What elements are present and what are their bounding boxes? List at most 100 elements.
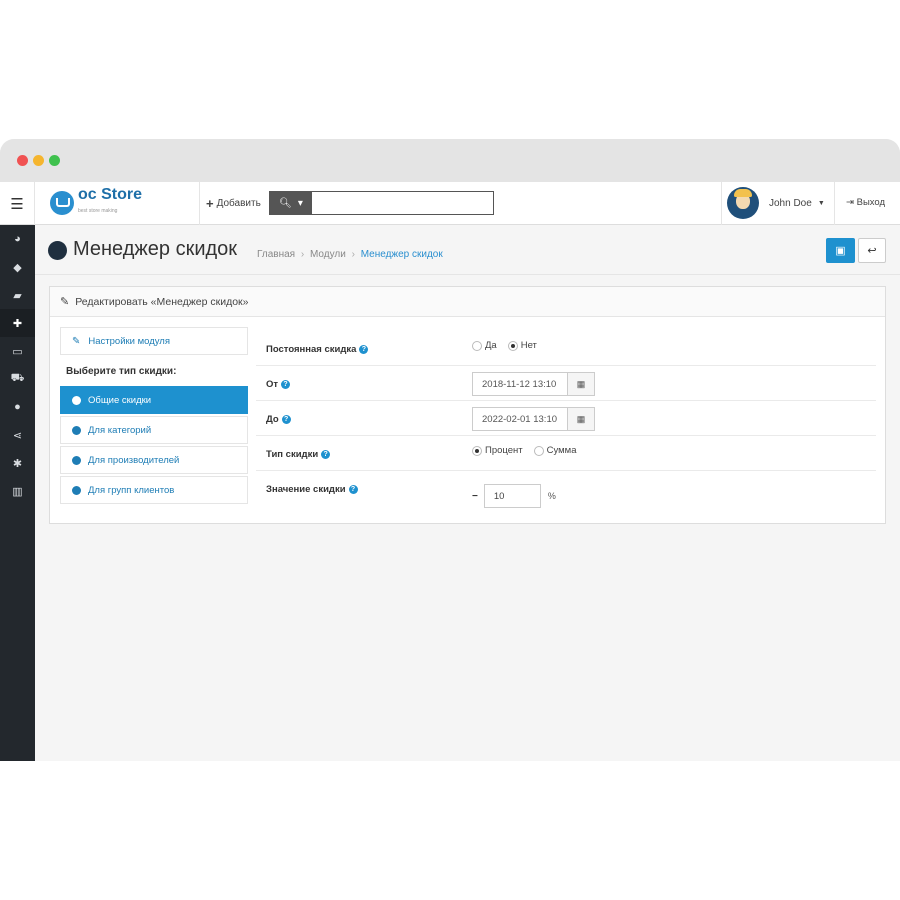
sidebar-item-catalog[interactable]: ◆ xyxy=(0,253,35,281)
user-icon: ● xyxy=(14,401,21,413)
sidebar-item-customers[interactable]: ● xyxy=(0,393,35,421)
top-header: ☰ oc Store best store making + Добавить 🔍… xyxy=(0,182,900,225)
discount-value-label: Значение скидки? xyxy=(266,484,358,495)
back-button[interactable]: ↩ xyxy=(858,238,886,263)
calendar-icon[interactable]: ▦ xyxy=(568,373,594,395)
minus-sign: − xyxy=(472,490,478,502)
breadcrumb-current[interactable]: Менеджер скидок xyxy=(361,249,443,260)
logo[interactable]: oc Store best store making xyxy=(50,187,142,216)
sign-out-icon: ⇥ xyxy=(846,197,854,208)
search-dropdown-button[interactable]: 🔍︎ ▾ xyxy=(270,192,312,214)
tab-module-settings[interactable]: ✎ Настройки модуля xyxy=(60,327,248,355)
choose-discount-type-label: Выберите тип скидки: xyxy=(66,366,177,377)
user-menu[interactable]: John Doe ▼ xyxy=(727,187,825,219)
breadcrumb-modules[interactable]: Модули xyxy=(310,249,346,260)
radio-checked-icon xyxy=(472,445,482,456)
plus-icon: + xyxy=(206,196,214,211)
form-row-from: От? ▦ xyxy=(256,366,876,401)
to-date-input[interactable] xyxy=(473,408,568,430)
radio-yes[interactable]: Да xyxy=(472,340,497,351)
circle-icon xyxy=(72,485,81,495)
discount-form: Постоянная скидка? Да Нет От? ▦ xyxy=(256,331,876,516)
field-label: Значение скидки xyxy=(266,484,346,495)
sidebar: ◕ ◆ ▰ ✚ ▭ ⛟ ● ⋖ ✱ ▥ xyxy=(0,225,35,761)
from-date-input[interactable] xyxy=(473,373,568,395)
dashboard-icon: ◕ xyxy=(14,233,21,245)
permanent-discount-label: Постоянная скидка? xyxy=(266,344,369,355)
tab-label: Для групп клиентов xyxy=(88,484,175,496)
field-label: От xyxy=(266,379,279,390)
sidebar-item-reports[interactable]: ▥ xyxy=(0,477,35,505)
field-label: Тип скидки xyxy=(266,449,319,460)
date-box: ▦ xyxy=(472,407,595,431)
radio-label: Да xyxy=(485,340,497,351)
add-button[interactable]: + Добавить xyxy=(206,196,261,211)
page-header: Менеджер скидок Главная › Модули › Менед… xyxy=(35,225,900,275)
tab-label: Для категорий xyxy=(88,424,152,436)
user-name: John Doe xyxy=(769,197,812,209)
logout-link[interactable]: ⇥ Выход xyxy=(846,197,885,208)
pencil-icon: ✎ xyxy=(60,296,70,308)
menu-toggle-icon[interactable]: ☰ xyxy=(0,182,35,225)
save-button[interactable]: ▣ xyxy=(826,238,855,263)
from-label: От? xyxy=(266,379,291,390)
add-button-label: Добавить xyxy=(216,198,261,209)
discount-type-label: Тип скидки? xyxy=(266,449,331,460)
panel-title: Редактировать «Менеджер скидок» xyxy=(75,295,249,308)
share-icon: ⋖ xyxy=(12,429,23,442)
help-icon[interactable]: ? xyxy=(359,344,369,354)
header-divider xyxy=(721,182,722,225)
panel-heading: ✎ Редактировать «Менеджер скидок» xyxy=(50,287,885,317)
floppy-disk-icon: ▣ xyxy=(835,245,846,257)
monitor-icon: ▭ xyxy=(12,345,23,358)
help-icon[interactable]: ? xyxy=(348,484,358,494)
close-window-button[interactable] xyxy=(17,155,28,166)
form-row-value: Значение скидки? − % xyxy=(256,471,876,516)
book-icon: ▰ xyxy=(13,289,22,302)
edit-panel: ✎ Редактировать «Менеджер скидок» ✎ Наст… xyxy=(49,286,886,524)
form-row-to: До? ▦ xyxy=(256,401,876,436)
circle-icon xyxy=(72,455,81,465)
sidebar-item-system[interactable]: ✱ xyxy=(0,449,35,477)
radio-percent[interactable]: Процент xyxy=(472,445,523,456)
to-label: До? xyxy=(266,414,291,425)
help-icon[interactable]: ? xyxy=(281,379,291,389)
breadcrumb-home[interactable]: Главная xyxy=(257,249,295,260)
field-label: До xyxy=(266,414,279,425)
sidebar-item-sales[interactable]: ⛟ xyxy=(0,365,35,393)
radio-no[interactable]: Нет xyxy=(507,340,537,351)
field-label: Постоянная скидка xyxy=(266,344,357,355)
tab-customer-groups[interactable]: Для групп клиентов xyxy=(60,476,248,504)
to-date-group: ▦ xyxy=(472,407,595,431)
sidebar-item-dashboard[interactable]: ◕ xyxy=(0,225,35,253)
header-divider xyxy=(199,182,200,225)
help-icon[interactable]: ? xyxy=(281,414,291,424)
reply-icon: ↩ xyxy=(867,245,877,257)
minimize-window-button[interactable] xyxy=(33,155,44,166)
radio-sum[interactable]: Сумма xyxy=(533,445,576,456)
tab-label: Общие скидки xyxy=(88,394,152,406)
sidebar-item-design[interactable]: ▭ xyxy=(0,337,35,365)
sidebar-item-extensions[interactable]: ✚ xyxy=(0,309,35,337)
sidebar-item-pages[interactable]: ▰ xyxy=(0,281,35,309)
calendar-icon[interactable]: ▦ xyxy=(568,408,594,430)
help-icon[interactable]: ? xyxy=(321,449,331,459)
breadcrumb-separator: › xyxy=(300,249,305,260)
maximize-window-button[interactable] xyxy=(49,155,60,166)
tab-label: Для производителей xyxy=(88,454,180,466)
tab-label: Настройки модуля xyxy=(88,335,170,347)
cart-icon: ⛟ xyxy=(10,372,25,384)
discount-value-input[interactable] xyxy=(483,484,541,508)
sidebar-item-marketing[interactable]: ⋖ xyxy=(0,421,35,449)
main-content: Менеджер скидок Главная › Модули › Менед… xyxy=(35,225,900,761)
search-icon: 🔍︎ xyxy=(279,197,292,209)
radio-label: Нет xyxy=(520,340,537,351)
tab-manufacturers[interactable]: Для производителей xyxy=(60,446,248,474)
discount-value-group: − % xyxy=(472,484,556,508)
tab-categories[interactable]: Для категорий xyxy=(60,416,248,444)
logo-cart-icon xyxy=(50,191,74,215)
tab-general-discounts[interactable]: Общие скидки xyxy=(60,386,248,414)
logo-text: oc Store xyxy=(78,186,143,203)
search-group: 🔍︎ ▾ xyxy=(269,191,494,215)
search-input[interactable] xyxy=(312,192,493,214)
